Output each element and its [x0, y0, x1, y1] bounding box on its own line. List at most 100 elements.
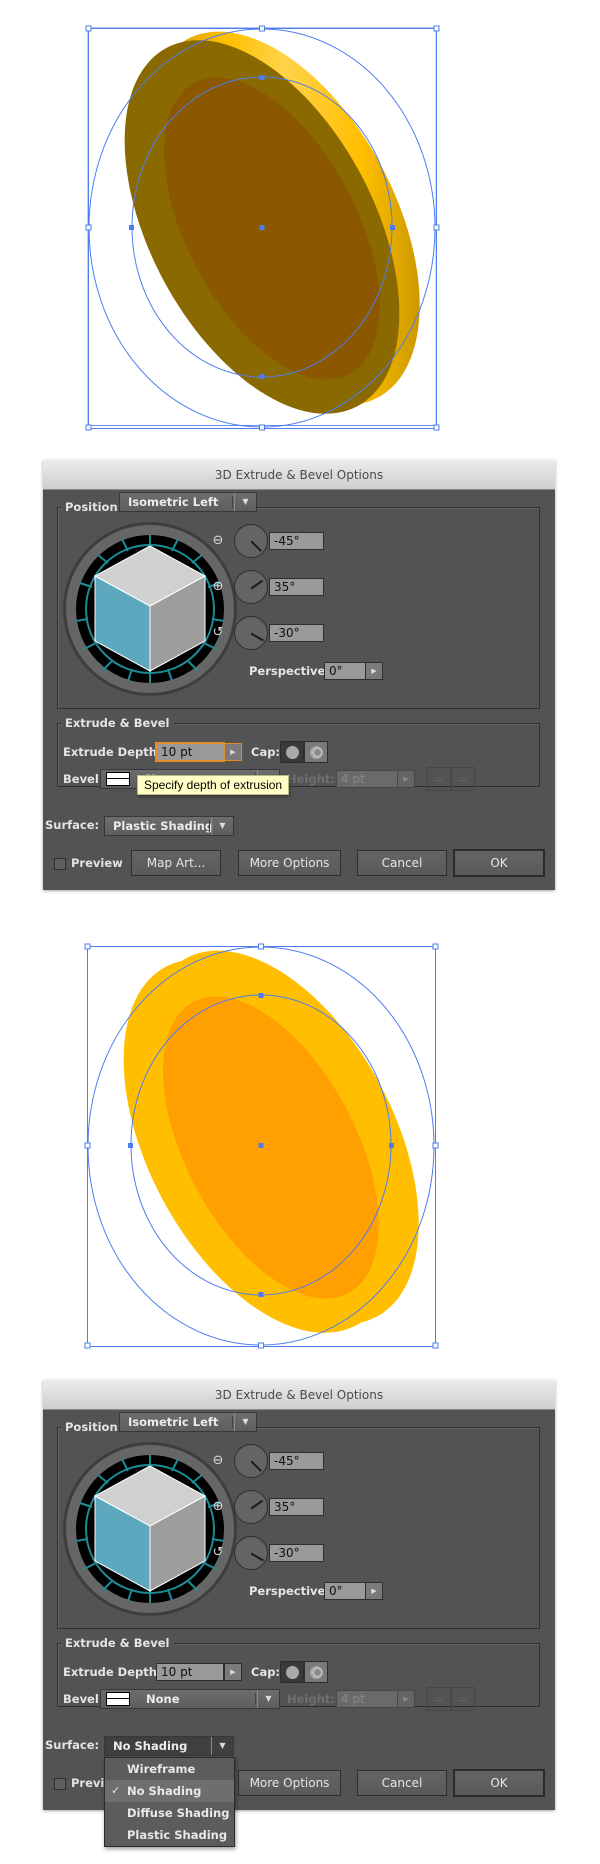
surface-label: Surface:	[45, 818, 100, 832]
surface-value: Plastic Shading	[113, 819, 214, 833]
height-input[interactable]: 4 pt	[336, 770, 398, 788]
surface-option-no-shading[interactable]: ✓ No Shading	[105, 1780, 234, 1802]
z-axis-rotation-icon: ↺	[212, 625, 224, 640]
more-options-button[interactable]: More Options	[238, 1770, 341, 1796]
chevron-down-icon: ▼	[232, 493, 256, 511]
perspective-slider-button[interactable]: ▶	[365, 1582, 383, 1600]
cap-label: Cap:	[251, 745, 281, 759]
dial-needle	[250, 579, 264, 590]
dial-needle	[250, 540, 262, 552]
x-rotation-dial[interactable]	[234, 1444, 268, 1478]
position-label: Position:	[61, 500, 127, 514]
surface-select[interactable]: Plastic Shading ▼	[104, 816, 234, 836]
extrude-depth-tooltip: Specify depth of extrusion	[137, 775, 290, 795]
bevel-extent-in-button[interactable]: ⌓	[451, 767, 475, 791]
bevel-extent-out-button[interactable]: ⌓	[427, 767, 451, 791]
cap-on-icon	[286, 1666, 299, 1679]
x-axis-rotation-icon: ⊖	[212, 1453, 224, 1468]
preview-checkbox[interactable]	[54, 1778, 66, 1790]
position-value: Isometric Left	[128, 1415, 219, 1429]
cap-on-button[interactable]	[280, 741, 304, 763]
position-select[interactable]: Isometric Left ▼	[119, 492, 257, 512]
z-rotation-dial[interactable]	[234, 616, 268, 650]
height-slider-button[interactable]: ▶	[397, 1690, 415, 1708]
y-rotation-dial[interactable]	[234, 570, 268, 604]
extrude-depth-input[interactable]: 10 pt	[156, 1663, 224, 1681]
cap-off-button[interactable]	[304, 1661, 328, 1683]
surface-dropdown-menu: Wireframe ✓ No Shading Diffuse Shading P…	[104, 1757, 235, 1847]
x-rotation-dial[interactable]	[234, 524, 268, 558]
extrude-depth-label: Extrude Depth:	[63, 745, 162, 759]
y-rotation-dial[interactable]	[234, 1490, 268, 1524]
cap-off-button[interactable]	[304, 741, 328, 763]
y-axis-rotation-icon: ⊕	[212, 579, 224, 594]
bevel-value: None	[146, 1692, 180, 1706]
extrude-depth-slider-button[interactable]: ▶	[224, 1663, 242, 1681]
dial-needle	[250, 632, 264, 642]
perspective-input[interactable]: 0°	[324, 1582, 366, 1600]
surface-value: No Shading	[113, 1739, 188, 1753]
perspective-label: Perspective:	[249, 1584, 330, 1598]
map-art-button[interactable]: Map Art...	[131, 850, 221, 876]
ok-button[interactable]: OK	[453, 849, 545, 877]
menu-item-label: Plastic Shading	[127, 1828, 228, 1842]
position-label: Position:	[61, 1420, 127, 1434]
cap-on-button[interactable]	[280, 1661, 304, 1683]
chevron-down-icon: ▼	[255, 1690, 279, 1708]
z-rotation-dial[interactable]	[234, 1536, 268, 1570]
y-axis-rotation-icon: ⊕	[212, 1499, 224, 1514]
x-rotation-input[interactable]: -45°	[269, 532, 324, 550]
perspective-input[interactable]: 0°	[324, 662, 366, 680]
extrude-depth-slider-button[interactable]: ▶	[224, 743, 242, 761]
ok-button[interactable]: OK	[453, 1769, 545, 1797]
bevel-select[interactable]: None ▼	[100, 1689, 280, 1709]
cancel-button[interactable]: Cancel	[357, 850, 447, 876]
height-input[interactable]: 4 pt	[336, 1690, 398, 1708]
dial-needle	[250, 1552, 264, 1562]
more-options-button[interactable]: More Options	[238, 850, 341, 876]
artboard-plastic-shading	[0, 0, 600, 460]
bevel-extent-in-button[interactable]: ⌓	[451, 1687, 475, 1711]
surface-select[interactable]: No Shading ▼	[104, 1736, 234, 1756]
cancel-button[interactable]: Cancel	[357, 1770, 447, 1796]
height-slider-button[interactable]: ▶	[397, 770, 415, 788]
extrude-bevel-label: Extrude & Bevel	[61, 1636, 174, 1650]
chevron-down-icon: ▼	[209, 1737, 233, 1755]
extrude-depth-input[interactable]: 10 pt	[155, 742, 225, 762]
extruded-ellipse-artwork[interactable]	[0, 919, 600, 1379]
menu-item-label: Diffuse Shading	[127, 1806, 230, 1820]
extrude-bevel-dialog: 3D Extrude & Bevel Options Position: Iso…	[43, 460, 555, 890]
surface-label: Surface:	[45, 1738, 100, 1752]
surface-option-plastic-shading[interactable]: Plastic Shading	[105, 1824, 234, 1846]
x-rotation-input[interactable]: -45°	[269, 1452, 324, 1470]
extruded-ellipse-artwork[interactable]	[0, 0, 600, 460]
surface-option-wireframe[interactable]: Wireframe	[105, 1758, 234, 1780]
cap-on-icon	[286, 746, 299, 759]
position-select[interactable]: Isometric Left ▼	[119, 1412, 257, 1432]
bevel-label: Bevel:	[63, 1692, 104, 1706]
surface-option-diffuse-shading[interactable]: Diffuse Shading	[105, 1802, 234, 1824]
bevel-label: Bevel:	[63, 772, 104, 786]
bevel-extent-out-button[interactable]: ⌓	[427, 1687, 451, 1711]
bevel-swatch	[106, 772, 130, 786]
preview-checkbox[interactable]	[54, 858, 66, 870]
extrude-depth-label: Extrude Depth:	[63, 1665, 162, 1679]
extrude-bevel-label: Extrude & Bevel	[61, 716, 174, 730]
dialog-title[interactable]: 3D Extrude & Bevel Options	[43, 1380, 555, 1410]
height-label: Height:	[287, 772, 335, 786]
height-label: Height:	[287, 1692, 335, 1706]
dial-needle	[250, 1460, 262, 1472]
perspective-slider-button[interactable]: ▶	[365, 662, 383, 680]
extrude-bevel-dialog: 3D Extrude & Bevel Options Position: Iso…	[43, 1380, 555, 1847]
z-rotation-input[interactable]: -30°	[269, 624, 324, 642]
dial-needle	[250, 1499, 264, 1510]
dialog-title[interactable]: 3D Extrude & Bevel Options	[43, 460, 555, 490]
y-rotation-input[interactable]: 35°	[269, 578, 324, 596]
z-axis-rotation-icon: ↺	[212, 1545, 224, 1560]
bevel-swatch	[106, 1692, 130, 1706]
z-rotation-input[interactable]: -30°	[269, 1544, 324, 1562]
y-rotation-input[interactable]: 35°	[269, 1498, 324, 1516]
cap-label: Cap:	[251, 1665, 281, 1679]
artboard-no-shading	[0, 919, 600, 1379]
checkmark-icon: ✓	[111, 1784, 121, 1797]
